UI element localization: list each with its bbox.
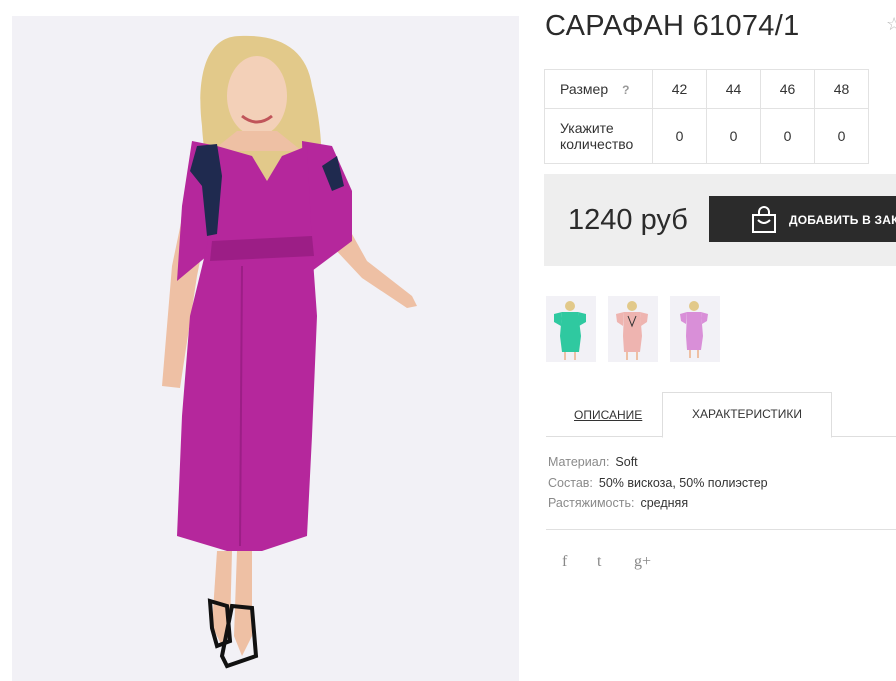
property-value: Soft bbox=[615, 455, 638, 469]
property-value: 50% вискоза, 50% полиэстер bbox=[598, 475, 768, 490]
price-panel: 1240 руб ДОБАВИТЬ В ЗАК bbox=[544, 174, 896, 266]
size-48: 48 bbox=[814, 69, 869, 109]
size-header-cell: Размер? bbox=[544, 69, 653, 109]
thumbnail-mint[interactable] bbox=[546, 296, 596, 362]
dress-model-image bbox=[162, 35, 417, 669]
property-value: средняя bbox=[640, 496, 689, 510]
property-composition: Состав: 50% вискоза, 50% полиэстер bbox=[548, 476, 768, 497]
product-title: САРАФАН 61074/1 bbox=[545, 10, 800, 42]
property-key: Материал: bbox=[548, 455, 610, 469]
product-price: 1240 руб bbox=[568, 204, 688, 236]
thumbnail-pink[interactable] bbox=[608, 296, 658, 362]
quantity-input-44[interactable]: 0 bbox=[706, 108, 761, 164]
size-42: 42 bbox=[652, 69, 707, 109]
size-label: Размер bbox=[560, 81, 609, 97]
shopping-bag-icon bbox=[752, 206, 776, 233]
quantity-label: Укажите количество bbox=[544, 108, 653, 164]
add-to-cart-label: ДОБАВИТЬ В ЗАК bbox=[789, 213, 896, 227]
tab-description[interactable]: ОПИСАНИЕ bbox=[574, 408, 642, 422]
thumbnail-lilac[interactable] bbox=[670, 296, 720, 362]
property-key: Растяжимость: bbox=[548, 496, 635, 510]
quantity-input-42[interactable]: 0 bbox=[652, 108, 707, 164]
property-key: Состав: bbox=[548, 475, 593, 490]
add-to-cart-button[interactable]: ДОБАВИТЬ В ЗАК bbox=[709, 196, 896, 242]
characteristics-list: Материал: Soft Состав: 50% вискоза, 50% по… bbox=[548, 455, 768, 517]
google-plus-icon[interactable]: g+ bbox=[634, 553, 651, 571]
size-row: Размер? 42 44 46 48 bbox=[544, 69, 869, 109]
section-divider bbox=[546, 529, 896, 530]
star-icon[interactable]: ☆ bbox=[886, 14, 896, 35]
twitter-icon[interactable]: t bbox=[597, 553, 601, 571]
size-46: 46 bbox=[760, 69, 815, 109]
size-44: 44 bbox=[706, 69, 761, 109]
property-stretch: Растяжимость: средняя bbox=[548, 496, 768, 517]
main-product-photo[interactable] bbox=[12, 16, 519, 681]
property-material: Материал: Soft bbox=[548, 455, 768, 476]
size-quantity-table: Размер? 42 44 46 48 Укажите количество 0… bbox=[544, 69, 869, 164]
product-tabs: ОПИСАНИЕ ХАРАКТЕРИСТИКИ bbox=[546, 392, 896, 438]
quantity-row: Укажите количество 0 0 0 0 bbox=[544, 108, 869, 164]
quantity-input-48[interactable]: 0 bbox=[814, 108, 869, 164]
facebook-icon[interactable]: f bbox=[562, 553, 567, 571]
help-icon[interactable]: ? bbox=[622, 83, 629, 97]
quantity-input-46[interactable]: 0 bbox=[760, 108, 815, 164]
tab-characteristics[interactable]: ХАРАКТЕРИСТИКИ bbox=[662, 392, 832, 438]
